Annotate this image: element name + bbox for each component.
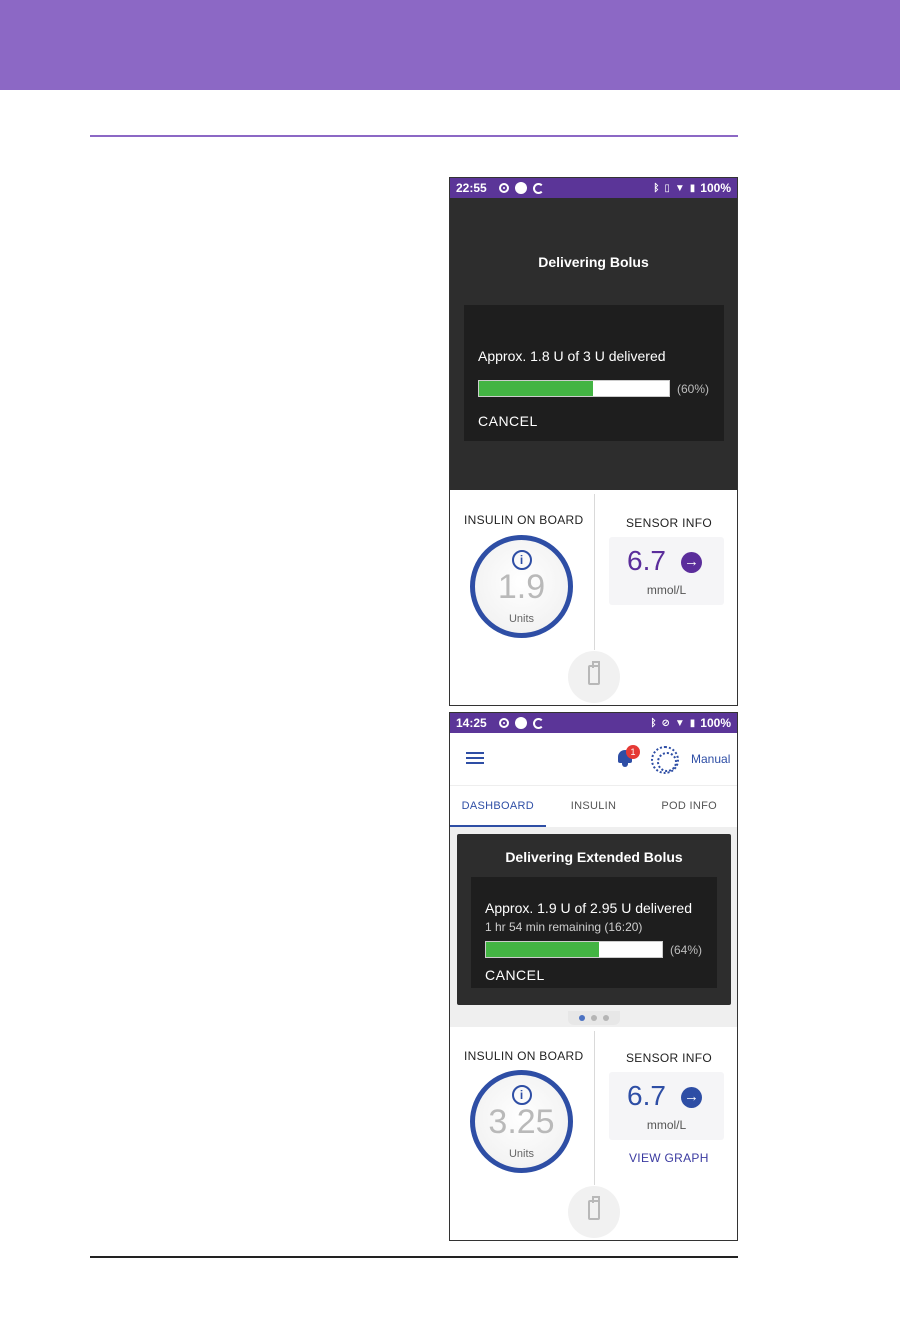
iob-units: Units	[508, 613, 535, 625]
tab-bar: DASHBOARD INSULIN POD INFO	[450, 785, 737, 827]
battery-percent: 100%	[700, 716, 731, 730]
vibrate-icon: ▯	[664, 182, 670, 194]
bolus-button[interactable]	[568, 1186, 620, 1238]
screenshot-delivering-bolus: 22:55 ᛒ ▯ ▼ ▮ 100% Delivering Bolus Appr…	[449, 177, 738, 706]
bluetooth-icon: ᛒ	[653, 182, 660, 194]
iob-units: Units	[508, 1148, 535, 1160]
view-graph-link[interactable]: VIEW GRAPH	[629, 1151, 709, 1165]
cancel-button[interactable]: CANCEL	[478, 413, 538, 429]
bottle-icon	[588, 661, 600, 685]
iob-gauge[interactable]: i 3.25 Units	[470, 1070, 573, 1173]
cancel-button[interactable]: CANCEL	[485, 967, 545, 983]
glucose-unit: mmol/L	[646, 583, 687, 597]
extended-bolus-card: Delivering Extended Bolus Approx. 1.9 U …	[457, 834, 731, 1005]
iob-label: INSULIN ON BOARD	[464, 1049, 584, 1063]
delivery-text: Approx. 1.8 U of 3 U delivered	[478, 348, 666, 364]
progress-percent: (64%)	[670, 943, 703, 957]
bottle-icon	[588, 1196, 600, 1220]
sensor-info-card[interactable]: 6.7 → mmol/L	[609, 537, 724, 605]
battery-icon: ▮	[689, 182, 696, 194]
card-title: Delivering Extended Bolus	[505, 849, 683, 865]
status-time: 22:55	[456, 181, 487, 195]
menu-icon[interactable]	[466, 752, 484, 765]
section-divider	[594, 494, 595, 650]
circle-icon	[514, 182, 527, 194]
sync-icon	[532, 717, 544, 729]
section-divider	[594, 1031, 595, 1185]
overlay-title: Delivering Bolus	[538, 254, 649, 270]
tab-dashboard[interactable]: DASHBOARD	[450, 786, 546, 827]
glucose-value: 6.7	[627, 1080, 666, 1111]
bolus-button[interactable]	[568, 651, 620, 703]
progress-bar	[485, 941, 663, 958]
iob-value: 3.25	[488, 1103, 555, 1141]
tab-insulin[interactable]: INSULIN	[546, 786, 642, 827]
progress-fill	[486, 942, 599, 957]
iob-gauge[interactable]: i 1.9 Units	[470, 535, 573, 638]
app-bar: 1 Manual	[450, 733, 737, 783]
extended-progress-panel: Approx. 1.9 U of 2.95 U delivered 1 hr 5…	[471, 877, 717, 988]
pager-dot[interactable]	[591, 1015, 597, 1021]
top-divider	[90, 135, 738, 137]
sensor-label: SENSOR INFO	[626, 1051, 712, 1065]
glucose-unit: mmol/L	[646, 1118, 687, 1132]
battery-percent: 100%	[700, 181, 731, 195]
status-bar: 22:55 ᛒ ▯ ▼ ▮ 100%	[450, 178, 737, 198]
bluetooth-icon: ᛒ	[650, 717, 657, 729]
mute-icon: ⊘	[661, 717, 670, 729]
sensor-label: SENSOR INFO	[626, 516, 712, 530]
progress-fill	[479, 381, 593, 396]
progress-percent: (60%)	[677, 382, 710, 396]
iob-label: INSULIN ON BOARD	[464, 513, 584, 527]
status-time: 14:25	[456, 716, 487, 730]
remaining-time: 1 hr 54 min remaining (16:20)	[485, 920, 643, 934]
page-header-band	[0, 0, 900, 90]
mode-status-icon[interactable]	[651, 746, 679, 774]
bottom-divider	[90, 1256, 738, 1258]
delivery-text: Approx. 1.9 U of 2.95 U delivered	[485, 900, 693, 916]
target-icon	[498, 183, 509, 193]
wifi-icon: ▼	[674, 717, 685, 729]
mode-label[interactable]: Manual	[691, 752, 730, 766]
glucose-value: 6.7	[627, 545, 666, 576]
sync-icon	[532, 182, 544, 194]
arrow-right-icon[interactable]: →	[681, 552, 702, 573]
info-icon[interactable]: i	[511, 550, 532, 570]
tab-pod-info[interactable]: POD INFO	[641, 786, 737, 827]
bolus-progress-card: Approx. 1.8 U of 3 U delivered (60%) CAN…	[464, 305, 724, 441]
pager-dot-active[interactable]	[579, 1015, 585, 1021]
carousel-pager[interactable]	[568, 1011, 620, 1025]
notification-badge: 1	[626, 745, 640, 759]
circle-icon	[514, 717, 527, 729]
progress-bar	[478, 380, 670, 397]
pager-dot[interactable]	[603, 1015, 609, 1021]
bolus-overlay: Delivering Bolus Approx. 1.8 U of 3 U de…	[450, 198, 737, 490]
battery-icon: ▮	[689, 717, 696, 729]
sensor-info-card[interactable]: 6.7 → mmol/L	[609, 1072, 724, 1140]
screenshot-delivering-extended-bolus: 14:25 ᛒ ⊘ ▼ ▮ 100% 1 Manual DASHBOARD IN…	[449, 712, 738, 1241]
iob-value: 1.9	[497, 568, 546, 606]
arrow-right-icon[interactable]: →	[681, 1087, 702, 1108]
target-icon	[498, 718, 509, 728]
status-bar: 14:25 ᛒ ⊘ ▼ ▮ 100%	[450, 713, 737, 733]
info-icon[interactable]: i	[511, 1085, 532, 1105]
wifi-icon: ▼	[674, 182, 685, 194]
